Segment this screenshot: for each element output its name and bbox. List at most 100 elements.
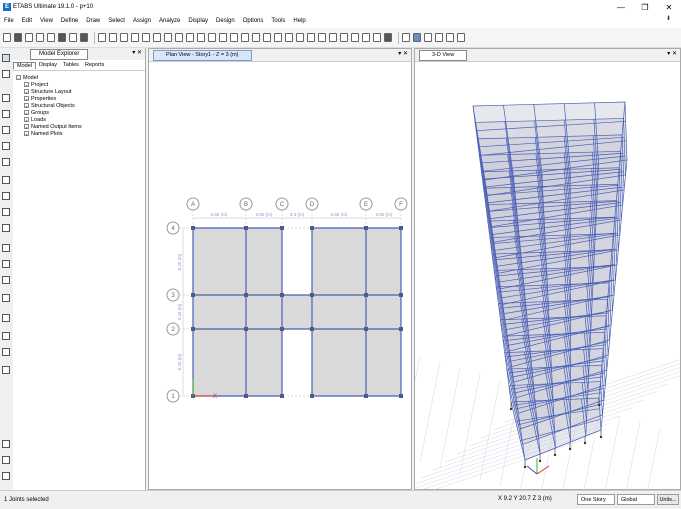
zoom-fit-icon[interactable] <box>142 33 150 42</box>
menu-tools[interactable]: Tools <box>267 18 289 24</box>
plan-canvas[interactable]: A B C D E F 4 3 2 1 <box>149 62 411 490</box>
pencil-icon[interactable] <box>69 33 77 42</box>
snap-icon[interactable] <box>2 440 10 448</box>
tree-node-properties[interactable]: +Properties <box>13 95 145 102</box>
rotate-icon[interactable] <box>164 33 172 42</box>
menu-draw[interactable]: Draw <box>82 18 104 24</box>
explorer-tab-model[interactable]: Model <box>13 62 36 69</box>
snap-points-icon[interactable] <box>2 456 10 464</box>
elevation-view-icon[interactable] <box>197 33 205 42</box>
draw-brace-icon[interactable] <box>2 110 10 118</box>
explorer-tab-tables[interactable]: Tables <box>60 62 82 68</box>
draw-joint-icon[interactable] <box>2 244 10 252</box>
draw-column-icon[interactable] <box>318 33 326 42</box>
snap-ends-icon[interactable] <box>2 472 10 480</box>
plan-view-tab[interactable]: Plan View - Story1 - Z = 3 (m) <box>153 50 252 61</box>
draw-column-tool-icon[interactable] <box>2 126 10 134</box>
lock-icon[interactable] <box>58 33 66 42</box>
draw-beam-tool-icon[interactable] <box>2 142 10 150</box>
draw-wall-icon[interactable] <box>351 33 359 42</box>
model-explorer-tab[interactable]: Model Explorer <box>30 49 88 60</box>
draw-line-icon[interactable] <box>2 94 10 102</box>
coord-system-select[interactable]: Global <box>617 494 655 505</box>
material-icon[interactable] <box>424 33 432 42</box>
undo-icon[interactable] <box>36 33 44 42</box>
tree-node-groups[interactable]: +Groups <box>13 109 145 116</box>
section-property-icon[interactable] <box>402 33 410 42</box>
draw-wall-tool-icon[interactable] <box>2 224 10 232</box>
close-button[interactable]: ✕ <box>657 0 681 14</box>
zoom-out-icon[interactable] <box>120 33 128 42</box>
measure-icon[interactable] <box>2 366 10 374</box>
new-model-icon[interactable] <box>3 33 11 42</box>
wave-icon[interactable] <box>2 348 10 356</box>
units-button[interactable]: Units... <box>657 494 679 505</box>
plan-view-controls[interactable]: ▾ ✕ <box>398 50 408 57</box>
tree-node-model[interactable]: −Model <box>13 74 145 81</box>
menu-edit[interactable]: Edit <box>18 18 36 24</box>
draw-link-tool-icon[interactable] <box>2 260 10 268</box>
draw-area-icon[interactable] <box>2 176 10 184</box>
menu-view[interactable]: View <box>36 18 57 24</box>
perspective-icon[interactable] <box>208 33 216 42</box>
set-display-icon[interactable] <box>252 33 260 42</box>
menu-define[interactable]: Define <box>57 18 82 24</box>
more-tools-icon[interactable] <box>457 33 465 42</box>
tree-node-named-output-items[interactable]: +Named Output Items <box>13 123 145 130</box>
refresh-icon[interactable] <box>274 33 282 42</box>
redo-icon[interactable] <box>47 33 55 42</box>
section-cut-icon[interactable] <box>2 332 10 340</box>
run-icon[interactable] <box>80 33 88 42</box>
menu-file[interactable]: File <box>0 18 18 24</box>
tree-node-structure-layout[interactable]: +Structure Layout <box>13 88 145 95</box>
pan-icon[interactable] <box>153 33 161 42</box>
download-icon[interactable]: ⬇ <box>662 15 675 22</box>
story-select[interactable]: One Story <box>577 494 615 505</box>
3d-view-controls[interactable]: ▾ ✕ <box>667 50 677 57</box>
minimize-button[interactable]: — <box>609 0 633 14</box>
load-case-icon[interactable] <box>446 33 454 42</box>
draw-floor-icon[interactable] <box>340 33 348 42</box>
menu-assign[interactable]: Assign <box>129 18 155 24</box>
3d-view-tab[interactable]: 3-D View <box>419 50 467 61</box>
explorer-tab-reports[interactable]: Reports <box>82 62 107 68</box>
open-icon[interactable] <box>14 33 22 42</box>
restore-button[interactable]: ❐ <box>633 0 657 14</box>
object-shrink-icon[interactable] <box>241 33 249 42</box>
deselect-icon[interactable] <box>296 33 304 42</box>
tree-node-loads[interactable]: +Loads <box>13 116 145 123</box>
draw-dimension-icon[interactable] <box>2 294 10 302</box>
draw-tendon-icon[interactable] <box>2 276 10 284</box>
3d-view-icon[interactable] <box>175 33 183 42</box>
menu-design[interactable]: Design <box>212 18 239 24</box>
tree-node-project[interactable]: +Project <box>13 81 145 88</box>
draw-opening-icon[interactable] <box>362 33 370 42</box>
draw-floor-tool-icon[interactable] <box>2 208 10 216</box>
menu-select[interactable]: Select <box>104 18 129 24</box>
move-down-icon[interactable] <box>230 33 238 42</box>
move-up-icon[interactable] <box>219 33 227 42</box>
pointer-icon[interactable] <box>2 54 10 62</box>
display-options-icon[interactable] <box>263 33 271 42</box>
save-icon[interactable] <box>25 33 33 42</box>
plan-view-icon[interactable] <box>186 33 194 42</box>
frame-section-icon[interactable] <box>413 33 421 42</box>
zoom-window-icon[interactable] <box>98 33 106 42</box>
grid-icon[interactable] <box>2 314 10 322</box>
draw-rectangle-icon[interactable] <box>2 192 10 200</box>
reshape-icon[interactable] <box>2 70 10 78</box>
draw-frame-icon[interactable] <box>307 33 315 42</box>
menu-analyze[interactable]: Analyze <box>155 18 184 24</box>
assign-icon[interactable] <box>384 33 392 42</box>
menu-options[interactable]: Options <box>239 18 268 24</box>
explorer-tab-display[interactable]: Display <box>36 62 60 68</box>
load-pattern-icon[interactable] <box>435 33 443 42</box>
zoom-previous-icon[interactable] <box>131 33 139 42</box>
draw-link-icon[interactable] <box>373 33 381 42</box>
zoom-in-icon[interactable] <box>109 33 117 42</box>
draw-cross-icon[interactable] <box>2 158 10 166</box>
explorer-controls[interactable]: ▾ ✕ <box>132 49 142 56</box>
tree-node-structural-objects[interactable]: +Structural Objects <box>13 102 145 109</box>
3d-canvas[interactable] <box>415 62 680 490</box>
menu-help[interactable]: Help <box>289 18 309 24</box>
